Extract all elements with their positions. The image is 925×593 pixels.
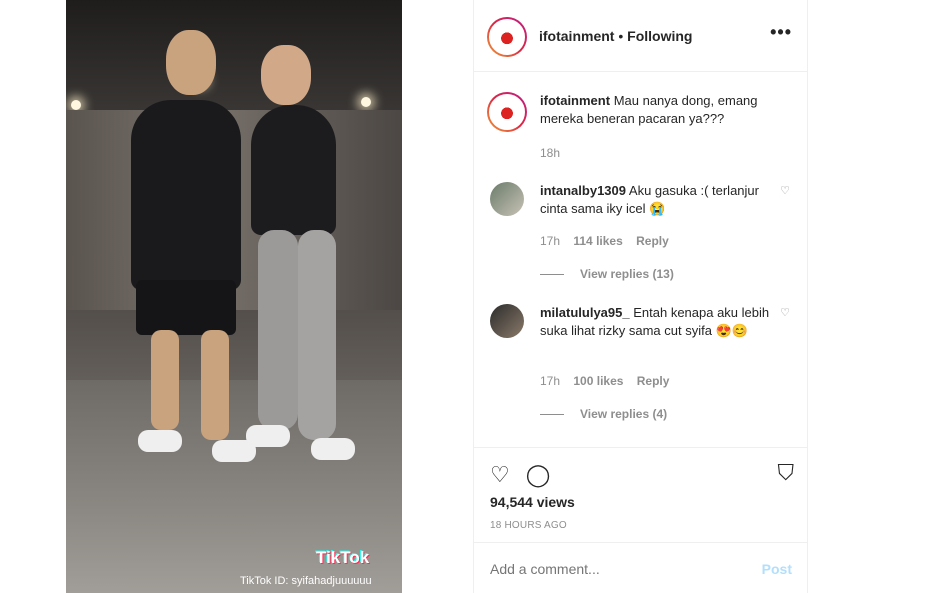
post-panel: ifotainment • Following ••• ifotainment … — [473, 0, 808, 593]
view-replies-label: View replies (4) — [580, 407, 668, 421]
tiktok-logo: TikTok — [316, 548, 370, 567]
post-button[interactable]: Post — [762, 561, 792, 577]
ifotainment-logo-icon — [494, 99, 520, 125]
tiktok-id: TikTok ID: syifahadjuuuuuu — [240, 575, 372, 587]
person-1-head — [166, 30, 216, 95]
comment-meta: 17h 100 likes Reply — [540, 374, 679, 388]
comments-section: ifotainment Mau nanya dong, emang mereka… — [474, 72, 808, 447]
post-timestamp[interactable]: 18 HOURS AGO — [490, 520, 567, 531]
post-video[interactable]: TikTok TikTok ID: syifahadjuuuuuu — [66, 0, 402, 593]
person-2-leg — [298, 230, 336, 440]
video-ceiling — [66, 0, 402, 120]
more-options-icon[interactable]: ••• — [770, 22, 792, 43]
comment-item: intanalby1309 Aku gasuka :( terlanjur ci… — [490, 182, 790, 292]
comment-text: milatululya95_ Entah kenapa aku lebih su… — [540, 304, 775, 340]
ifotainment-logo-icon — [494, 24, 520, 50]
avatar[interactable] — [487, 17, 527, 57]
reply-button[interactable]: Reply — [636, 234, 669, 248]
shoe — [246, 425, 290, 447]
like-icon[interactable]: ♡ — [490, 462, 510, 488]
view-count[interactable]: 94,544 views — [490, 494, 575, 510]
add-comment-bar: Post — [474, 542, 808, 593]
avatar[interactable] — [487, 92, 527, 132]
comment-meta: 18h — [540, 146, 570, 160]
reply-button[interactable]: Reply — [637, 374, 670, 388]
avatar[interactable] — [490, 182, 524, 216]
author-username[interactable]: ifotainment — [539, 28, 614, 44]
replies-line — [540, 274, 564, 276]
post-actions: ♡ ◯ ⛉ 94,544 views 18 HOURS AGO — [474, 447, 808, 542]
following-button[interactable]: Following — [627, 28, 692, 44]
person-1-leg — [151, 330, 179, 430]
like-comment-icon[interactable]: ♡ — [780, 184, 790, 197]
caption-text: ifotainment Mau nanya dong, emang mereka… — [540, 92, 775, 128]
separator: • — [614, 28, 628, 44]
comment-likes[interactable]: 114 likes — [573, 234, 622, 248]
comment-username[interactable]: ifotainment — [540, 93, 610, 108]
person-2-torso — [251, 105, 336, 235]
comment-time[interactable]: 18h — [540, 146, 560, 160]
post-author: ifotainment • Following — [539, 28, 692, 44]
comment-time[interactable]: 17h — [540, 234, 560, 248]
comment-likes[interactable]: 100 likes — [573, 374, 623, 388]
comment-username[interactable]: intanalby1309 — [540, 183, 626, 198]
comment-text: intanalby1309 Aku gasuka :( terlanjur ci… — [540, 182, 775, 218]
view-replies-label: View replies (13) — [580, 267, 674, 281]
ceiling-lamp — [71, 100, 81, 110]
comment-username[interactable]: milatululya95_ — [540, 305, 630, 320]
comment-input[interactable] — [490, 561, 750, 577]
person-2-leg — [258, 230, 298, 430]
save-icon[interactable]: ⛉ — [777, 460, 794, 486]
person-1-torso — [131, 100, 241, 290]
comment-time[interactable]: 17h — [540, 374, 560, 388]
comment-meta: 17h 114 likes Reply — [540, 234, 679, 248]
caption: ifotainment Mau nanya dong, emang mereka… — [487, 92, 790, 162]
post-header: ifotainment • Following ••• — [474, 0, 808, 72]
comment-item: milatululya95_ Entah kenapa aku lebih su… — [490, 304, 790, 424]
like-comment-icon[interactable]: ♡ — [780, 306, 790, 319]
view-replies-button[interactable]: View replies (13) — [540, 267, 674, 281]
shoe — [311, 438, 355, 460]
person-1-shorts — [136, 280, 236, 335]
person-1-leg — [201, 330, 229, 440]
shoe — [138, 430, 182, 452]
person-2-head — [261, 45, 311, 105]
replies-line — [540, 414, 564, 416]
view-replies-button[interactable]: View replies (4) — [540, 407, 667, 421]
avatar[interactable] — [490, 304, 524, 338]
comment-icon[interactable]: ◯ — [526, 462, 551, 488]
action-icons: ♡ ◯ — [490, 462, 550, 488]
ceiling-lamp — [361, 97, 371, 107]
